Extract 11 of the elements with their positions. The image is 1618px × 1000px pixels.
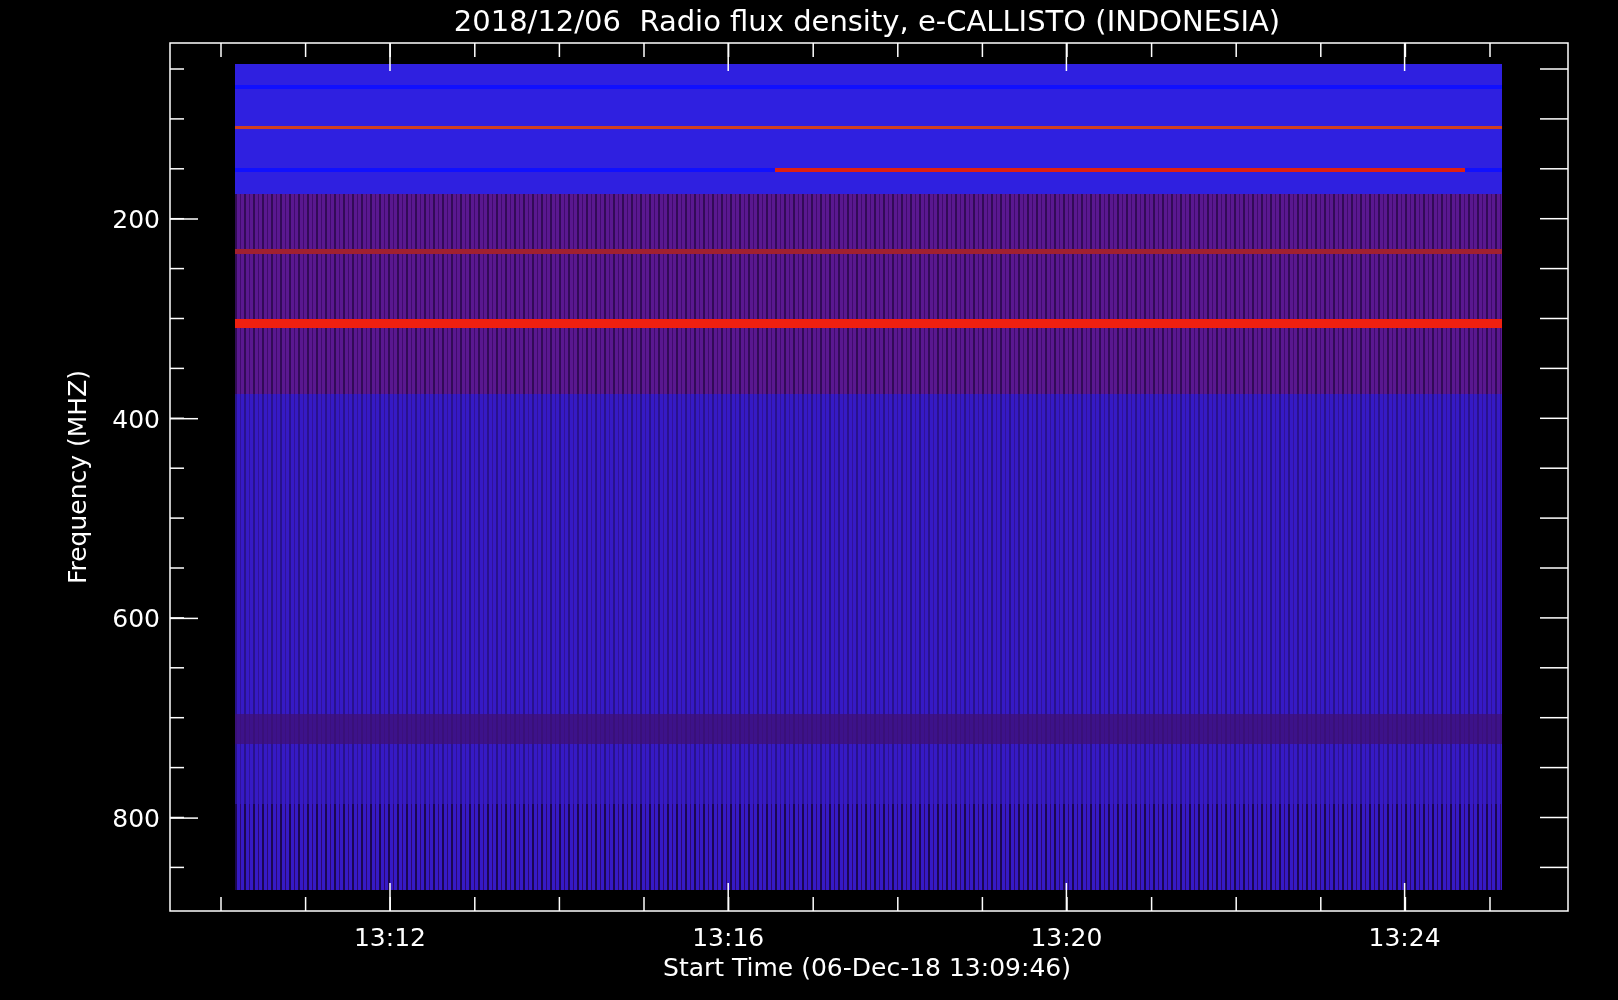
y-tick-label: 800 bbox=[112, 804, 160, 834]
y-tick-label: 400 bbox=[112, 404, 160, 434]
y-axis-label: Frequency (MHZ) bbox=[63, 369, 92, 585]
x-tick-label: 13:12 bbox=[354, 923, 426, 952]
x-tick-label: 13:20 bbox=[1030, 923, 1103, 952]
plot-title: 2018/12/06 Radio flux density, e-CALLISTO (INDONESIA) bbox=[453, 4, 1281, 38]
y-tick-label: 600 bbox=[112, 604, 160, 634]
x-axis-label: Start Time (06-Dec-18 13:09:46) bbox=[663, 953, 1071, 982]
x-tick-label: 13:16 bbox=[692, 923, 765, 952]
x-tick-label: 13:24 bbox=[1368, 923, 1441, 952]
y-tick-label: 200 bbox=[112, 205, 160, 234]
